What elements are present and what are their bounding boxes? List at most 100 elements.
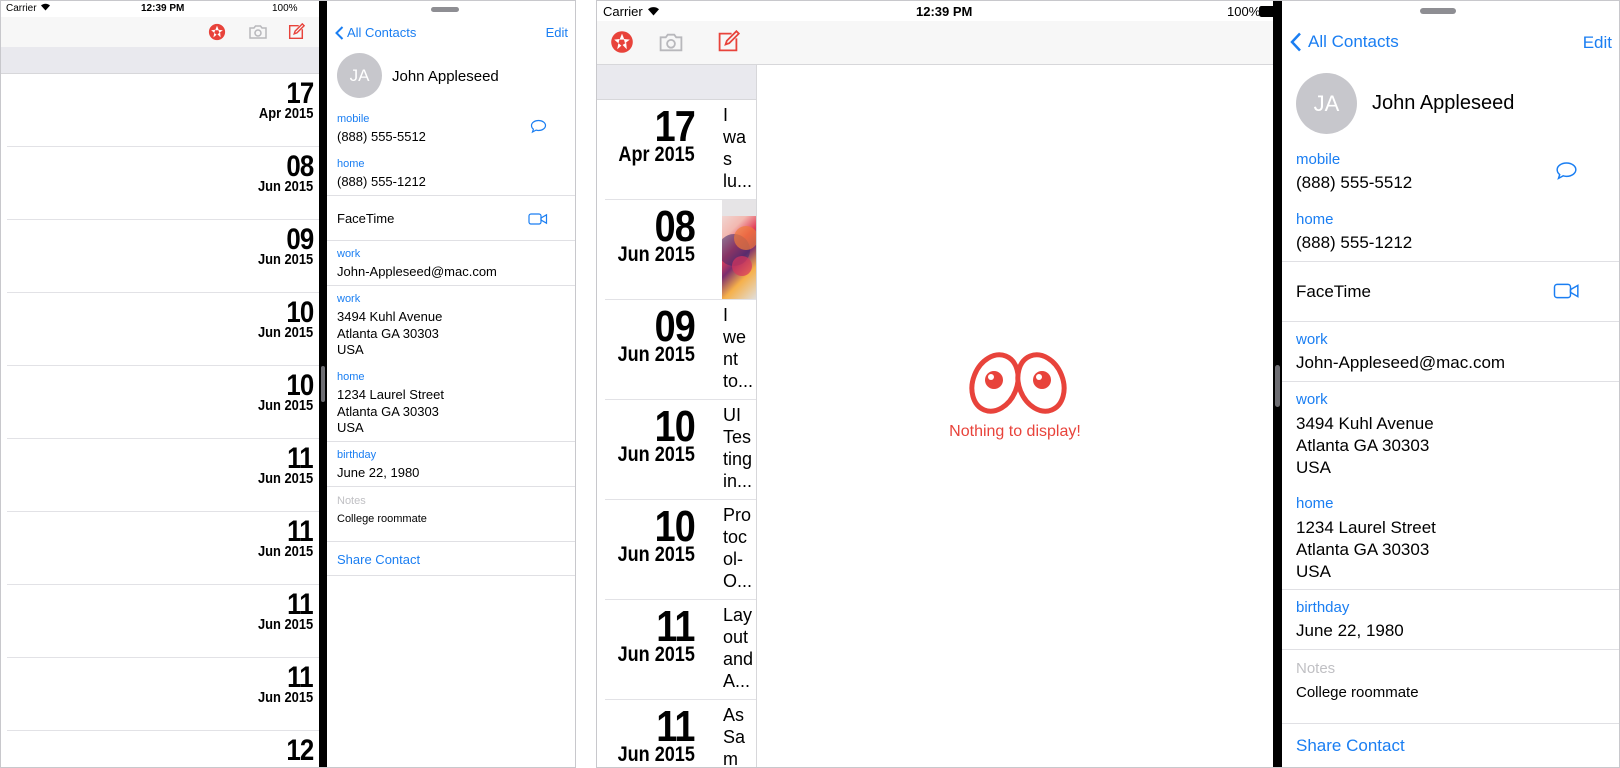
back-button[interactable]: All Contacts <box>1290 32 1399 52</box>
separator <box>1282 381 1619 382</box>
shutter-icon[interactable] <box>609 29 635 55</box>
separator <box>1282 649 1619 650</box>
video-camera-icon[interactable] <box>1553 283 1580 304</box>
mobile-value[interactable]: (888) 555-5512 <box>1296 173 1412 193</box>
work-address-value[interactable]: 3494 Kuhl Avenue Atlanta GA 30303 USA <box>337 309 442 359</box>
separator <box>1282 321 1619 322</box>
journal-entry[interactable]: 09 Jun 2015 <box>7 220 319 293</box>
video-camera-icon[interactable] <box>528 212 548 230</box>
status-bar: Carrier 12:39 PM 100% <box>1 1 319 17</box>
work-email-label: work <box>1296 331 1328 348</box>
edit-button[interactable]: Edit <box>1583 33 1612 53</box>
compose-icon[interactable] <box>715 29 741 55</box>
journal-entry[interactable]: 11 Jun 2015 <box>7 512 319 585</box>
message-icon[interactable] <box>530 119 547 139</box>
detail-empty-state: Nothing to display! <box>757 65 1273 767</box>
work-address-label: work <box>1296 391 1328 408</box>
split-view-regular: Carrier 12:39 PM 100% 17 Apr 2015 I wa s… <box>596 0 1620 768</box>
journal-entry[interactable]: 11 Jun 2015 Lay out and A... <box>605 600 756 700</box>
chevron-left-icon <box>335 25 344 40</box>
journal-entry[interactable]: 11 Jun 2015 <box>7 658 319 731</box>
separator <box>1282 261 1619 262</box>
journal-entry[interactable]: 12 <box>7 731 319 767</box>
journal-entry[interactable]: 09 Jun 2015 Iwe nt to... <box>605 300 756 400</box>
wifi-icon <box>40 2 51 14</box>
split-divider[interactable] <box>319 1 327 767</box>
separator <box>1282 589 1619 590</box>
entry-day: 12 <box>286 734 314 767</box>
camera-icon[interactable] <box>657 29 685 55</box>
home-address-label: home <box>337 371 365 383</box>
journal-entry[interactable]: 17 Apr 2015 <box>7 74 319 147</box>
camera-icon[interactable] <box>247 22 269 42</box>
home-phone-label: home <box>337 158 365 170</box>
entry-snippet: Iwa s lu... <box>723 105 753 191</box>
facetime-label[interactable]: FaceTime <box>1296 282 1371 302</box>
journal-pane: 17 Apr 2015 Iwa s lu... 08 Jun 2015 09 J… <box>597 65 757 767</box>
battery-label: 100% <box>1227 4 1261 19</box>
entry-month: Jun 2015 <box>617 343 695 366</box>
entry-month: Jun 2015 <box>257 178 313 195</box>
entry-snippet: UI Tes ting in... <box>723 405 753 491</box>
separator <box>327 486 575 487</box>
journal-header-band <box>1 47 319 74</box>
share-contact-button[interactable]: Share Contact <box>337 552 420 567</box>
entry-month: Jun 2015 <box>257 470 313 487</box>
entry-snippet: Lay out and A... <box>723 605 754 691</box>
avatar: JA <box>337 53 382 98</box>
journal-toolbar <box>1 17 319 47</box>
split-divider[interactable] <box>1273 1 1282 767</box>
separator <box>327 541 575 542</box>
journal-entry[interactable]: 17 Apr 2015 Iwa s lu... <box>605 100 756 200</box>
separator <box>327 195 575 196</box>
birthday-label: birthday <box>1296 599 1350 616</box>
back-label: All Contacts <box>347 25 417 40</box>
carrier-label: Carrier <box>603 4 643 19</box>
journal-entry[interactable]: 11 Jun 2015 As Sa m <box>605 700 756 767</box>
eyes-icon <box>969 350 1069 421</box>
compose-icon[interactable] <box>286 22 306 42</box>
entry-month: Jun 2015 <box>257 397 313 414</box>
sheet-grabber[interactable] <box>431 7 459 12</box>
work-address-label: work <box>337 293 361 305</box>
work-email-value[interactable]: John-Appleseed@mac.com <box>1296 353 1505 373</box>
edit-button[interactable]: Edit <box>546 25 568 40</box>
split-view-compact: Carrier 12:39 PM 100% 17 Apr 2015 08 Jun… <box>0 0 576 768</box>
journal-entry[interactable]: 11 Jun 2015 <box>7 439 319 512</box>
journal-entry[interactable]: 10 Jun 2015 Pro toc ol- O... <box>605 500 756 600</box>
home-phone-value[interactable]: (888) 555-1212 <box>1296 233 1412 253</box>
home-phone-value[interactable]: (888) 555-1212 <box>337 174 426 189</box>
facetime-label[interactable]: FaceTime <box>337 211 394 226</box>
message-icon[interactable] <box>1555 161 1578 186</box>
sheet-grabber[interactable] <box>1420 8 1456 14</box>
notes-value[interactable]: College roommate <box>1296 684 1419 701</box>
journal-entry[interactable]: 10 Jun 2015 <box>7 293 319 366</box>
divider-grabber[interactable] <box>1275 365 1280 407</box>
entry-snippet: Pro toc ol- O... <box>723 505 753 591</box>
divider-grabber[interactable] <box>321 366 325 402</box>
clock-label: 12:39 PM <box>141 3 185 14</box>
journal-entry[interactable]: 08 Jun 2015 <box>7 147 319 220</box>
journal-entry[interactable]: 11 Jun 2015 <box>7 585 319 658</box>
mobile-label: mobile <box>337 113 370 125</box>
entry-month: Jun 2015 <box>617 443 695 466</box>
journal-entry[interactable]: 10 Jun 2015 UI Tes ting in... <box>605 400 756 500</box>
home-address-value[interactable]: 1234 Laurel Street Atlanta GA 30303 USA <box>337 387 444 437</box>
contact-card: All Contacts Edit JA John Appleseed mobi… <box>1282 1 1619 767</box>
journal-entry[interactable]: 10 Jun 2015 <box>7 366 319 439</box>
back-button[interactable]: All Contacts <box>335 25 416 40</box>
work-address-value[interactable]: 3494 Kuhl Avenue Atlanta GA 30303 USA <box>1296 413 1434 479</box>
journal-entry[interactable]: 08 Jun 2015 <box>605 200 756 300</box>
share-contact-button[interactable]: Share Contact <box>1296 736 1405 756</box>
shutter-icon[interactable] <box>207 22 227 42</box>
entry-month: Jun 2015 <box>257 616 313 633</box>
carrier-label: Carrier <box>6 3 37 14</box>
home-address-value[interactable]: 1234 Laurel Street Atlanta GA 30303 USA <box>1296 517 1436 583</box>
notes-value[interactable]: College roommate <box>337 513 427 525</box>
battery-label: 100% <box>272 3 298 14</box>
notes-label: Notes <box>1296 660 1336 677</box>
clock-label: 12:39 PM <box>916 4 973 19</box>
mobile-value[interactable]: (888) 555-5512 <box>337 129 426 144</box>
entry-month: Jun 2015 <box>617 543 695 566</box>
work-email-value[interactable]: John-Appleseed@mac.com <box>337 264 497 279</box>
